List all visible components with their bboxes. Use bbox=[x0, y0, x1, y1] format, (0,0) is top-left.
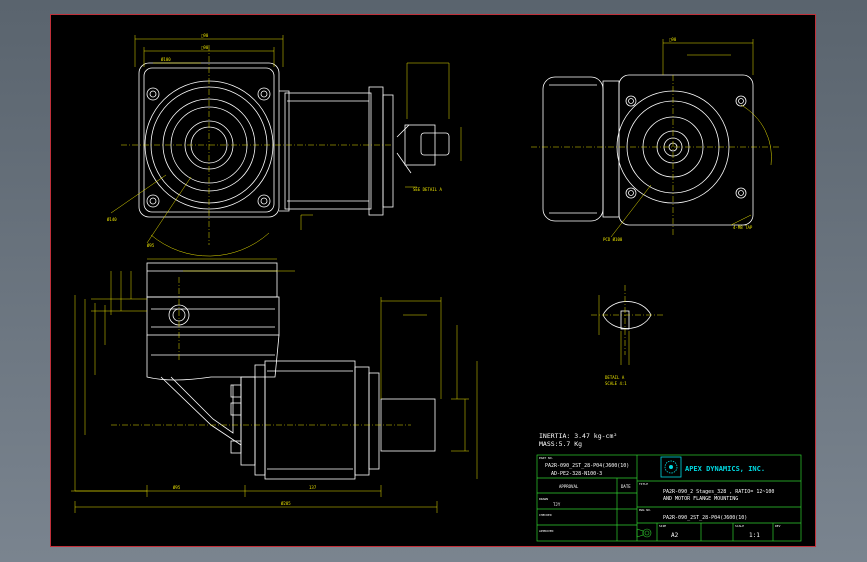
side-view-dims bbox=[531, 39, 781, 238]
tb-label: DWG NO. bbox=[639, 508, 652, 512]
title-line1: PA2R-090_2 Stages_328 , RATIO= 12~100 bbox=[663, 489, 774, 495]
front-flange-view bbox=[138, 62, 450, 218]
dwg-no-value: PA2R-090_2ST_28-P04(J600(10) bbox=[663, 515, 747, 521]
projection-symbol bbox=[636, 528, 652, 538]
dim-overall: Ø285 bbox=[281, 501, 291, 506]
detail-callout: SEE DETAIL A bbox=[413, 187, 442, 192]
dim-label: □90 bbox=[201, 33, 209, 38]
tb-label: APPROVED bbox=[539, 529, 554, 533]
size-value: A2 bbox=[671, 532, 679, 539]
drawn-value: TJY bbox=[553, 502, 561, 507]
tb-label: DRAWN bbox=[539, 497, 548, 501]
dim-label: Ø100 bbox=[161, 57, 171, 62]
part-no-line1: PA2R-090_2ST_28-P04(J600(10) bbox=[545, 463, 629, 469]
company-name: APEX DYNAMICS, INC. bbox=[685, 465, 765, 473]
detail-caption: DETAIL A bbox=[605, 375, 625, 380]
mass-note: MASS:5.7 Kg bbox=[539, 440, 582, 448]
company-logo bbox=[660, 456, 682, 478]
pcd-label: PCD Ø100 bbox=[603, 237, 623, 242]
thread-label: 4-M8 TAP bbox=[733, 225, 753, 230]
tb-label: SIZE bbox=[659, 524, 666, 528]
section-view bbox=[146, 262, 436, 480]
dim-label: □90 bbox=[669, 37, 677, 42]
tb-label: APPROVAL bbox=[559, 484, 579, 489]
dim-label: Ø95 bbox=[173, 485, 181, 490]
dim-label: Ø140 bbox=[107, 217, 117, 222]
scale-value: 1:1 bbox=[749, 532, 760, 539]
inertia-note: INERTIA: 3.47 kg-cm² bbox=[539, 432, 617, 440]
dim-label: 137 bbox=[309, 485, 317, 490]
cad-drawing[interactable]: □90 □90 Ø100 Ø140 Ø95 SEE DETAIL A □90 P… bbox=[51, 15, 817, 548]
tb-label: PART NO. bbox=[539, 456, 554, 460]
cad-model-viewport[interactable]: □90 □90 Ø100 Ø140 Ø95 SEE DETAIL A □90 P… bbox=[50, 14, 816, 547]
dim-label: Ø95 bbox=[147, 243, 155, 248]
tb-label: DATE bbox=[621, 484, 631, 489]
tb-label: SCALE bbox=[735, 524, 744, 528]
tb-label: TITLE bbox=[639, 482, 648, 486]
title-line2: AND MOTOR FLANGE MOUNTING bbox=[663, 496, 738, 502]
dim-label: □90 bbox=[201, 45, 209, 50]
detail-a-dims bbox=[591, 285, 663, 365]
side-view bbox=[542, 74, 754, 226]
tb-label: REV bbox=[775, 524, 781, 528]
detail-caption: SCALE 4:1 bbox=[605, 381, 627, 386]
tb-label: CHECKED bbox=[539, 513, 552, 517]
part-no-line2: AD-PE2-328-N100-3 bbox=[551, 471, 602, 477]
